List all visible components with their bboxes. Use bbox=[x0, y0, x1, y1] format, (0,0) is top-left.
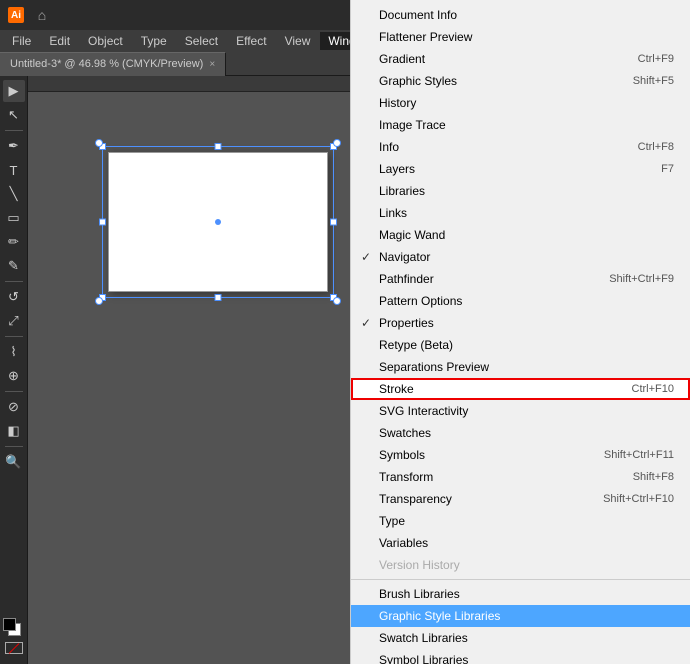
foreground-color-swatch[interactable] bbox=[3, 618, 16, 631]
menu-item-flattener-preview[interactable]: Flattener Preview bbox=[351, 26, 690, 48]
tool-separator-3 bbox=[5, 336, 23, 337]
menu-item-version-history: Version History bbox=[351, 554, 690, 576]
menu-edit[interactable]: Edit bbox=[41, 32, 78, 50]
rotate-handle-tl[interactable] bbox=[95, 139, 103, 147]
menu-item-separations-preview[interactable]: Separations Preview bbox=[351, 356, 690, 378]
document-tab[interactable]: Untitled-3* @ 46.98 % (CMYK/Preview) × bbox=[0, 52, 226, 76]
menu-item-libraries[interactable]: Libraries bbox=[351, 180, 690, 202]
tool-separator-1 bbox=[5, 130, 23, 131]
menu-effect[interactable]: Effect bbox=[228, 32, 274, 50]
zoom-tool-button[interactable]: 🔍 bbox=[3, 451, 25, 473]
rotate-handle-bl[interactable] bbox=[95, 297, 103, 305]
shape-tool-button[interactable]: ▭ bbox=[3, 207, 25, 229]
direct-selection-tool-button[interactable]: ↖ bbox=[3, 104, 25, 126]
menu-item-gradient[interactable]: Gradient Ctrl+F9 bbox=[351, 48, 690, 70]
artboard bbox=[108, 152, 328, 292]
rotate-handle-tr[interactable] bbox=[333, 139, 341, 147]
scale-tool-button[interactable]: ⤢ bbox=[3, 310, 25, 332]
tool-separator-4 bbox=[5, 391, 23, 392]
tab-close-button[interactable]: × bbox=[209, 59, 215, 70]
menu-item-type[interactable]: Type bbox=[351, 510, 690, 532]
type-tool-button[interactable]: T bbox=[3, 159, 25, 181]
handle-bl[interactable] bbox=[99, 294, 106, 301]
menu-object[interactable]: Object bbox=[80, 32, 131, 50]
handle-br[interactable] bbox=[330, 294, 337, 301]
gradient-tool-button[interactable]: ◧ bbox=[3, 420, 25, 442]
app-icon: Ai bbox=[8, 7, 24, 23]
blend-tool-button[interactable]: ⊕ bbox=[3, 365, 25, 387]
menu-item-links[interactable]: Links bbox=[351, 202, 690, 224]
menu-item-stroke[interactable]: Stroke Ctrl+F10 bbox=[351, 378, 690, 400]
selection-tool-button[interactable]: ▶ bbox=[3, 80, 25, 102]
menu-item-swatches[interactable]: Swatches bbox=[351, 422, 690, 444]
warp-tool-button[interactable]: ⌇ bbox=[3, 341, 25, 363]
eyedropper-tool-button[interactable]: ⊘ bbox=[3, 396, 25, 418]
handle-tr[interactable] bbox=[330, 143, 337, 150]
menu-item-symbols[interactable]: Symbols Shift+Ctrl+F11 bbox=[351, 444, 690, 466]
paintbrush-tool-button[interactable]: ✏ bbox=[3, 231, 25, 253]
handle-mr[interactable] bbox=[330, 219, 337, 226]
menu-separator-1 bbox=[351, 579, 690, 580]
menu-item-navigator[interactable]: Navigator bbox=[351, 246, 690, 268]
menu-item-transform[interactable]: Transform Shift+F8 bbox=[351, 466, 690, 488]
menu-item-transparency[interactable]: Transparency Shift+Ctrl+F10 bbox=[351, 488, 690, 510]
tab-label: Untitled-3* @ 46.98 % (CMYK/Preview) bbox=[10, 58, 203, 70]
menu-item-document-info[interactable]: Document Info bbox=[351, 4, 690, 26]
color-area bbox=[3, 618, 25, 640]
handle-tm[interactable] bbox=[215, 143, 222, 150]
handle-tl[interactable] bbox=[99, 143, 106, 150]
handle-ml[interactable] bbox=[99, 219, 106, 226]
menu-item-history[interactable]: History bbox=[351, 92, 690, 114]
rotate-handle-br[interactable] bbox=[333, 297, 341, 305]
left-toolbar: ▶ ↖ ✒ T ╲ ▭ ✏ ✎ ↺ ⤢ ⌇ ⊕ ⊘ ◧ 🔍 bbox=[0, 76, 28, 664]
line-tool-button[interactable]: ╲ bbox=[3, 183, 25, 205]
menu-item-graphic-style-libraries[interactable]: Graphic Style Libraries bbox=[351, 605, 690, 627]
menu-item-svg-interactivity[interactable]: SVG Interactivity bbox=[351, 400, 690, 422]
menu-item-image-trace[interactable]: Image Trace bbox=[351, 114, 690, 136]
menu-item-swatch-libraries[interactable]: Swatch Libraries bbox=[351, 627, 690, 649]
menu-item-retype[interactable]: Retype (Beta) bbox=[351, 334, 690, 356]
window-menu-dropdown: Document Info Flattener Preview Gradient… bbox=[350, 0, 690, 664]
none-swatch[interactable] bbox=[5, 642, 23, 654]
menu-item-graphic-styles[interactable]: Graphic Styles Shift+F5 bbox=[351, 70, 690, 92]
pencil-tool-button[interactable]: ✎ bbox=[3, 255, 25, 277]
menu-item-pattern-options[interactable]: Pattern Options bbox=[351, 290, 690, 312]
menu-item-info[interactable]: Info Ctrl+F8 bbox=[351, 136, 690, 158]
menu-view[interactable]: View bbox=[277, 32, 319, 50]
menu-item-variables[interactable]: Variables bbox=[351, 532, 690, 554]
pen-tool-button[interactable]: ✒ bbox=[3, 135, 25, 157]
main-area: ▶ ↖ ✒ T ╲ ▭ ✏ ✎ ↺ ⤢ ⌇ ⊕ ⊘ ◧ 🔍 bbox=[0, 76, 690, 664]
rotate-tool-button[interactable]: ↺ bbox=[3, 286, 25, 308]
menu-item-symbol-libraries[interactable]: Symbol Libraries bbox=[351, 649, 690, 664]
menu-item-brush-libraries[interactable]: Brush Libraries bbox=[351, 583, 690, 605]
menu-item-magic-wand[interactable]: Magic Wand bbox=[351, 224, 690, 246]
tool-separator-5 bbox=[5, 446, 23, 447]
menu-select[interactable]: Select bbox=[177, 32, 226, 50]
handle-bm[interactable] bbox=[215, 294, 222, 301]
tool-separator-2 bbox=[5, 281, 23, 282]
menu-type[interactable]: Type bbox=[133, 32, 175, 50]
menu-item-properties[interactable]: Properties bbox=[351, 312, 690, 334]
menu-file[interactable]: File bbox=[4, 32, 39, 50]
menu-section-main: Document Info Flattener Preview Gradient… bbox=[351, 0, 690, 664]
menu-item-layers[interactable]: Layers F7 bbox=[351, 158, 690, 180]
home-button[interactable]: ⌂ bbox=[32, 5, 52, 25]
menu-item-pathfinder[interactable]: Pathfinder Shift+Ctrl+F9 bbox=[351, 268, 690, 290]
